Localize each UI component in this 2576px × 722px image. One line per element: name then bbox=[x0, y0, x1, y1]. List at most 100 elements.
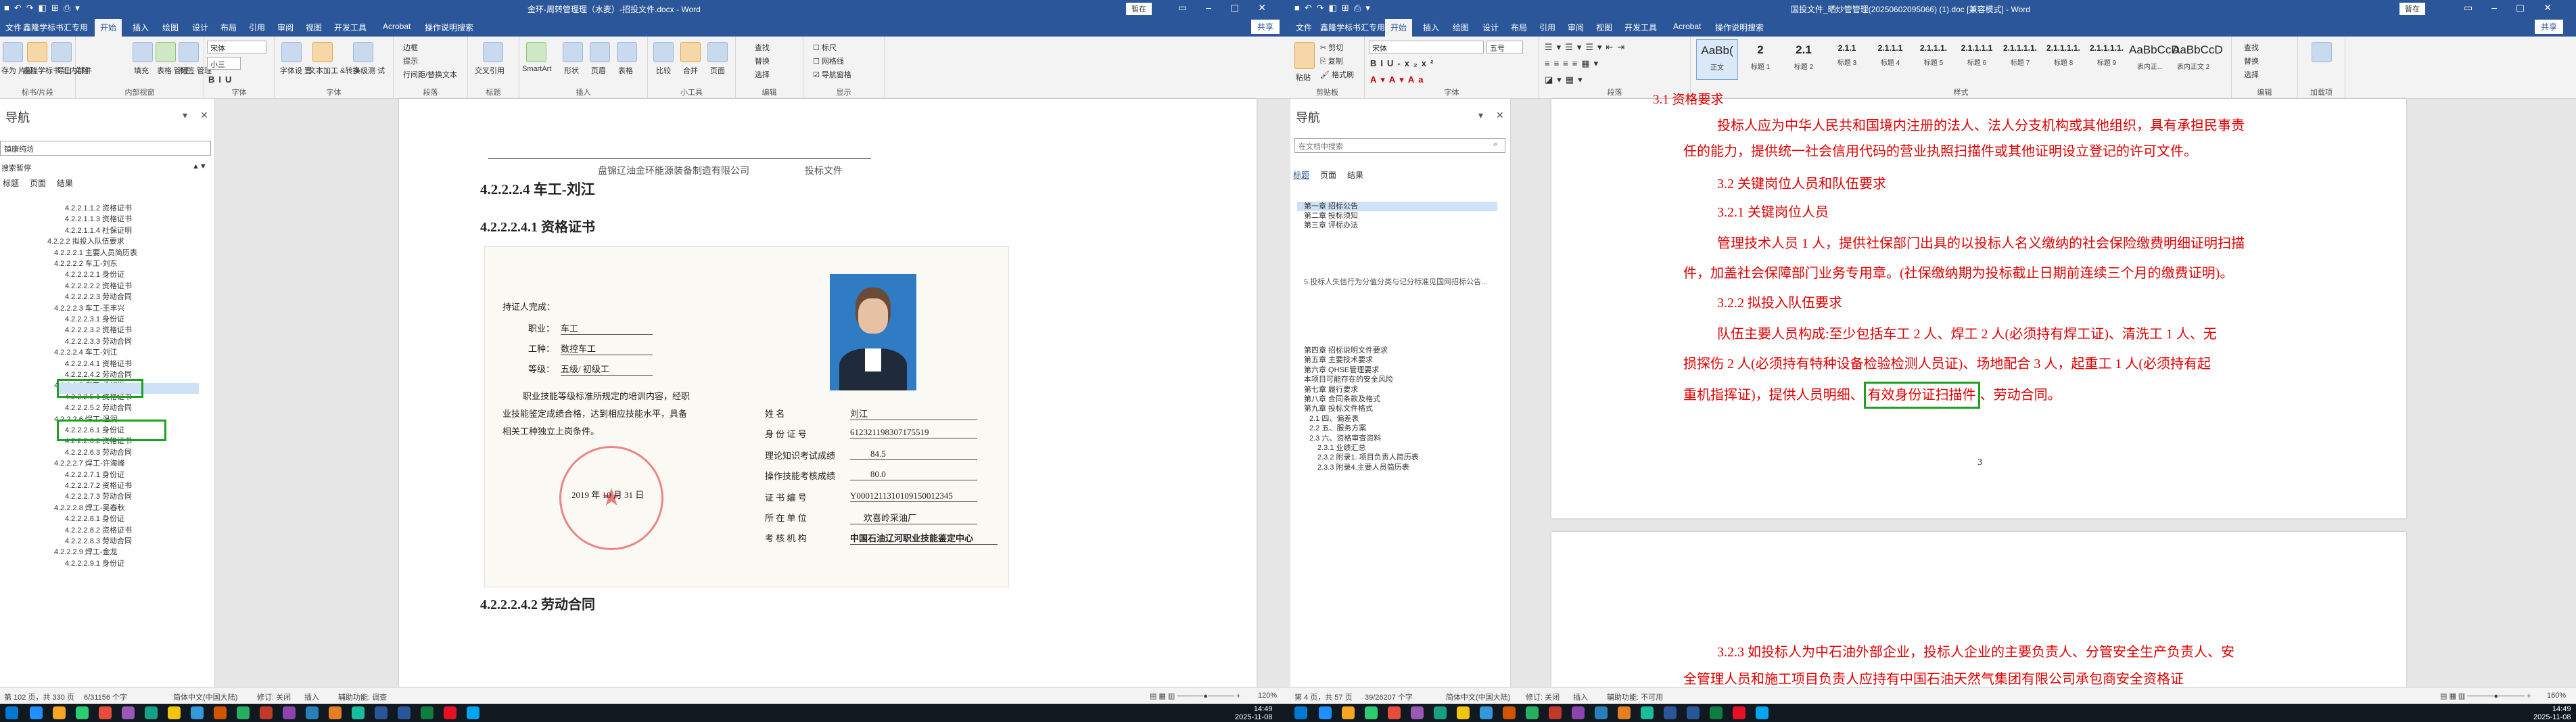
taskbar-app-icon[interactable] bbox=[444, 706, 456, 719]
style-gallery-item[interactable]: 2.1.1.1.1 标题 6 bbox=[1956, 39, 1998, 80]
taskbar-app-icon[interactable] bbox=[1710, 706, 1723, 719]
taskbar-app-icon[interactable] bbox=[260, 706, 273, 719]
nav-tree-item[interactable]: 第八章 合同条款及格式 bbox=[1304, 395, 1380, 403]
nav-tree-item[interactable]: 4.2.2.2.9 焊工-金龙 bbox=[54, 548, 118, 556]
nav-tree-item[interactable]: 4.2.2.2.4 车工-刘江 bbox=[54, 348, 118, 357]
taskbar-app-icon[interactable] bbox=[1549, 706, 1562, 719]
taskbar-app-icon[interactable] bbox=[168, 706, 181, 719]
nav-tree-item[interactable]: 4.2.2.2.7 焊工-许海峰 bbox=[54, 459, 125, 468]
tab-design[interactable]: 设计 bbox=[192, 22, 208, 33]
nav-tree-item[interactable]: 4.2.2.2.3.3 劳动合同 bbox=[65, 338, 132, 346]
style-gallery-item[interactable]: AaBbCcD 表内正... bbox=[2129, 39, 2180, 80]
nav-tree-item[interactable]: 第二章 投标须知 bbox=[1304, 212, 1358, 220]
taskbar-app-icon[interactable] bbox=[30, 706, 43, 719]
taskbar-app-icon[interactable] bbox=[1618, 706, 1631, 719]
nav-tree-item[interactable]: 第一章 招标公告 bbox=[1304, 202, 1358, 210]
document-page-4[interactable]: 3.2.3 如投标人为中石油外部企业，投标人企业的主要负责人、分管安全生产负责人… bbox=[1551, 532, 2406, 687]
nav-tab-pages[interactable]: 页面 bbox=[30, 179, 46, 188]
tab-references[interactable]: 引用 bbox=[249, 22, 265, 33]
font-size-select[interactable]: 小三 bbox=[207, 57, 241, 70]
tell-me-search[interactable]: 操作说明搜索 bbox=[1715, 22, 1764, 33]
style-gallery-item[interactable]: AaBb(正文 bbox=[1696, 39, 1738, 80]
style-gallery-item[interactable]: 2.1.1.1.1. 标题 9 bbox=[2086, 39, 2128, 80]
nav-tree-item[interactable]: 2.1 四、偏差表 bbox=[1309, 415, 1359, 423]
taskbar-app-icon[interactable] bbox=[1411, 706, 1424, 719]
taskbar-app-icon[interactable] bbox=[421, 706, 434, 719]
hint-item[interactable]: 提示 bbox=[403, 55, 418, 66]
nav-tree-item[interactable]: 4.2.2.2 拟投入队伍要求 bbox=[47, 238, 124, 246]
style-gallery-item[interactable]: 2 标题 1 bbox=[1739, 39, 1781, 80]
tab-view[interactable]: 视图 bbox=[306, 22, 322, 33]
nav-search-input[interactable]: 在文档中搜索 bbox=[1294, 138, 1505, 153]
tab-draw[interactable]: 绘图 bbox=[162, 22, 179, 33]
save-snippet-icon[interactable] bbox=[3, 42, 23, 62]
status-words[interactable]: 6/31156 个字 bbox=[84, 692, 127, 702]
nav-tab-results[interactable]: 结果 bbox=[1347, 171, 1363, 180]
font-format-buttons[interactable]: BIU bbox=[208, 74, 235, 85]
nav-tree-item[interactable]: 2.3.3 附录4.主要人员简历表 bbox=[1317, 464, 1409, 472]
view-buttons[interactable]: ▤ ▦ ▥ ─────●───── + bbox=[2440, 692, 2531, 700]
nav-result-arrows[interactable]: ▲▼ bbox=[192, 162, 207, 171]
taskbar-app-icon[interactable] bbox=[1388, 706, 1401, 719]
nav-tree-item[interactable]: 4.2.2.2.8.3 劳动合同 bbox=[65, 537, 132, 545]
select-item[interactable]: 选择 bbox=[2244, 69, 2259, 80]
nav-tree-item[interactable]: 2.3.1 业绩汇总 bbox=[1317, 444, 1366, 452]
replace-item[interactable]: 替换 bbox=[755, 55, 770, 66]
taskbar-app-icon[interactable] bbox=[1503, 706, 1516, 719]
fill-icon[interactable] bbox=[133, 42, 153, 62]
view-buttons[interactable]: ▤ ▦ ▥ ─────●───── + bbox=[1150, 692, 1240, 700]
nav-tree-item[interactable]: 4.2.2.2.5.2 劳动合同 bbox=[65, 404, 132, 412]
status-accessibility[interactable]: 辅助功能: 不可用 bbox=[1607, 692, 1663, 702]
nav-note[interactable]: 5.投标人失信行为分值分类与记分标准见国网招标公告... bbox=[1304, 276, 1487, 287]
nav-tree-item[interactable]: 4.2.2.2.2 车工-刘东 bbox=[54, 260, 118, 268]
nav-tab-headings[interactable]: 标题 bbox=[1293, 171, 1309, 180]
nav-tree-item[interactable]: 4.2.2.2.7.3 劳动合同 bbox=[65, 493, 132, 501]
style-gallery-item[interactable]: AaBbCcD 表内正文 2 bbox=[2172, 39, 2223, 80]
nav-tree-item[interactable]: 2.2 五、服务方案 bbox=[1309, 424, 1366, 432]
taskbar-app-icon[interactable] bbox=[375, 706, 388, 719]
tell-me-search[interactable]: 操作说明搜索 bbox=[425, 22, 473, 33]
find-item[interactable]: 查找 bbox=[2244, 42, 2259, 53]
format-painter-item[interactable]: 🖌 格式刷 bbox=[1320, 69, 1354, 80]
compare-icon[interactable] bbox=[653, 42, 674, 62]
window-controls[interactable]: ▭–▢✕ bbox=[1178, 2, 1285, 14]
taskbar-app-icon[interactable] bbox=[191, 706, 204, 719]
merge-icon[interactable] bbox=[680, 42, 701, 62]
nav-tree-item[interactable]: 4.2.2.2.7.2 资格证书 bbox=[65, 482, 132, 490]
nav-tree-item[interactable]: 第五章 主要技术要求 bbox=[1304, 356, 1373, 364]
nav-tree-item[interactable]: 第三章 评标办法 bbox=[1304, 221, 1358, 229]
tab-review[interactable]: 审阅 bbox=[277, 22, 294, 33]
start-menu-icon[interactable] bbox=[5, 706, 18, 719]
addins-icon[interactable] bbox=[2312, 42, 2332, 62]
nav-tree-item[interactable]: 2.3.2 附录1. 项目负责人简历表 bbox=[1317, 453, 1419, 461]
document-page-3[interactable]: 3.1 资格要求 投标人应为中华人民共和国境内注册的法人、法人分支机构或其他组织… bbox=[1551, 93, 2406, 518]
grid-checkbox[interactable]: ☐ 网格线 bbox=[813, 55, 844, 66]
taskbar-app-icon[interactable] bbox=[1365, 706, 1378, 719]
tab-insert[interactable]: 插入 bbox=[1423, 22, 1439, 33]
taskbar-app-icon[interactable] bbox=[1572, 706, 1585, 719]
tag-manage-icon[interactable] bbox=[179, 42, 199, 62]
clock-right[interactable]: 14:49 2025-11-08 bbox=[2533, 705, 2571, 721]
ruler-checkbox[interactable]: ☐ 标尺 bbox=[813, 42, 837, 53]
status-mode[interactable]: 插入 bbox=[1573, 692, 1588, 702]
list-buttons[interactable]: ☰▾☰▾☰▾⇤⇥ bbox=[1545, 42, 1629, 53]
taskbar-app-icon[interactable] bbox=[214, 706, 227, 719]
status-mode[interactable]: 插入 bbox=[304, 692, 319, 702]
taskbar-app-icon[interactable] bbox=[1687, 706, 1700, 719]
taskbar-app-icon[interactable] bbox=[306, 706, 319, 719]
taskbar-app-icon[interactable] bbox=[1319, 706, 1332, 719]
taskbar-app-icon[interactable] bbox=[352, 706, 365, 719]
account-button[interactable]: 暂在 bbox=[2399, 3, 2425, 15]
start-menu-icon[interactable] bbox=[1294, 706, 1307, 719]
font-size-select[interactable]: 五号 bbox=[1486, 41, 1523, 53]
nav-tree-item[interactable]: 4.2.2.2.8.1 身份证 bbox=[65, 515, 124, 523]
taskbar-app-icon[interactable] bbox=[398, 706, 411, 719]
tab-review[interactable]: 审阅 bbox=[1568, 22, 1584, 33]
nav-tree-item[interactable]: 2.3 六、资格审查资料 bbox=[1309, 434, 1381, 443]
line-spacing-item[interactable]: 行间距/替换文本 bbox=[403, 69, 457, 80]
nav-search-input[interactable]: 镇康纯坊 bbox=[0, 141, 211, 156]
tab-developer[interactable]: 开发工具 bbox=[334, 22, 367, 33]
status-zoom[interactable]: 120% bbox=[1258, 692, 1277, 700]
shape-icon[interactable] bbox=[563, 42, 583, 62]
select-item[interactable]: 选择 bbox=[755, 69, 770, 80]
